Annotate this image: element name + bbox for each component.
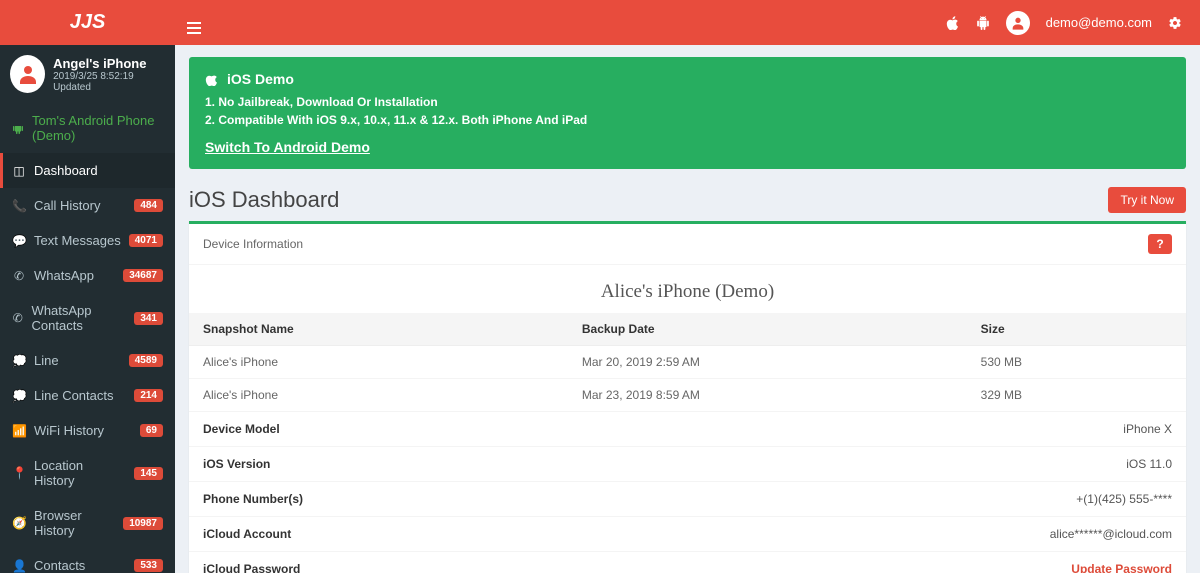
sidebar-item-location-history[interactable]: 📍 Location History 145 xyxy=(0,448,175,498)
table-cell: Mar 23, 2019 8:59 AM xyxy=(568,379,967,412)
banner-line1: 1. No Jailbreak, Download Or Installatio… xyxy=(205,93,1170,111)
device-info-panel: Device Information ? Alice's iPhone (Dem… xyxy=(189,221,1186,573)
sidebar-item-text-messages[interactable]: 💬 Text Messages 4071 xyxy=(0,223,175,258)
sidebar-item-whatsapp[interactable]: ✆ WhatsApp 34687 xyxy=(0,258,175,293)
table-cell: 530 MB xyxy=(967,346,1186,379)
nav-icon: 💬 xyxy=(12,234,26,248)
sidebar-user-block[interactable]: Angel's iPhone 2019/3/25 8:52:19 Updated xyxy=(0,45,175,103)
menu-toggle-icon[interactable] xyxy=(187,22,201,34)
snapshot-table: Snapshot NameBackup DateSize Alice's iPh… xyxy=(189,313,1186,412)
nav-icon: ✆ xyxy=(12,311,24,325)
nav-badge: 214 xyxy=(134,389,163,402)
nav-badge: 10987 xyxy=(123,517,163,530)
nav-label: Line xyxy=(34,353,59,368)
switch-demo-link[interactable]: Switch To Android Demo xyxy=(205,139,370,155)
settings-icon[interactable] xyxy=(1168,16,1182,30)
detail-key: iCloud Password xyxy=(203,562,300,573)
nav-label: Dashboard xyxy=(34,163,98,178)
demo-banner: iOS Demo 1. No Jailbreak, Download Or In… xyxy=(189,57,1186,169)
user-avatar-icon[interactable] xyxy=(1006,11,1030,35)
nav-badge: 4071 xyxy=(129,234,163,247)
detail-key: Device Model xyxy=(203,422,280,436)
android-demo-label: Tom's Android Phone (Demo) xyxy=(32,113,163,143)
nav-label: Browser History xyxy=(34,508,115,538)
banner-title: iOS Demo xyxy=(227,71,294,87)
android-icon[interactable] xyxy=(976,16,990,30)
nav-label: Call History xyxy=(34,198,100,213)
detail-row: iCloud Password Update Password xyxy=(189,552,1186,573)
nav-badge: 533 xyxy=(134,559,163,572)
android-icon xyxy=(12,122,24,134)
brand-logo[interactable]: JJS xyxy=(0,0,175,45)
detail-value: iPhone X xyxy=(1123,422,1172,436)
sidebar-item-call-history[interactable]: 📞 Call History 484 xyxy=(0,188,175,223)
nav-label: WhatsApp xyxy=(34,268,94,283)
update-password-link[interactable]: Update Password xyxy=(1071,562,1172,573)
detail-row: iOS Version iOS 11.0 xyxy=(189,447,1186,482)
col-header: Size xyxy=(967,313,1186,346)
table-cell: Alice's iPhone xyxy=(189,346,568,379)
col-header: Snapshot Name xyxy=(189,313,568,346)
panel-title: Device Information xyxy=(203,237,303,251)
main-content: iOS Demo 1. No Jailbreak, Download Or In… xyxy=(175,45,1200,573)
device-name: Angel's iPhone xyxy=(53,56,165,71)
top-header: JJS demo@demo.com xyxy=(0,0,1200,45)
detail-key: iCloud Account xyxy=(203,527,291,541)
table-row[interactable]: Alice's iPhoneMar 23, 2019 8:59 AM329 MB xyxy=(189,379,1186,412)
nav-icon: 💭 xyxy=(12,354,26,368)
table-cell: 329 MB xyxy=(967,379,1186,412)
nav-badge: 145 xyxy=(134,467,163,480)
page-title: iOS Dashboard xyxy=(189,187,339,213)
nav-badge: 484 xyxy=(134,199,163,212)
nav-label: WhatsApp Contacts xyxy=(32,303,127,333)
detail-row: Device Model iPhone X xyxy=(189,412,1186,447)
nav-icon: 📞 xyxy=(12,199,26,213)
nav-icon: 📶 xyxy=(12,424,26,438)
device-title: Alice's iPhone (Demo) xyxy=(189,265,1186,313)
detail-key: iOS Version xyxy=(203,457,270,471)
nav-badge: 69 xyxy=(140,424,163,437)
nav-icon: 💭 xyxy=(12,389,26,403)
table-row[interactable]: Alice's iPhoneMar 20, 2019 2:59 AM530 MB xyxy=(189,346,1186,379)
detail-key: Phone Number(s) xyxy=(203,492,303,506)
sidebar-item-browser-history[interactable]: 🧭 Browser History 10987 xyxy=(0,498,175,548)
nav-icon: ◫ xyxy=(12,164,26,178)
sidebar-item-line-contacts[interactable]: 💭 Line Contacts 214 xyxy=(0,378,175,413)
sidebar-item-contacts[interactable]: 👤 Contacts 533 xyxy=(0,548,175,573)
sidebar-item-whatsapp-contacts[interactable]: ✆ WhatsApp Contacts 341 xyxy=(0,293,175,343)
nav-label: Location History xyxy=(34,458,126,488)
table-cell: Mar 20, 2019 2:59 AM xyxy=(568,346,967,379)
sidebar-item-line[interactable]: 💭 Line 4589 xyxy=(0,343,175,378)
device-updated: 2019/3/25 8:52:19 Updated xyxy=(53,71,165,93)
apple-icon xyxy=(205,72,219,86)
nav-label: Contacts xyxy=(34,558,85,573)
nav-icon: 📍 xyxy=(12,466,26,480)
detail-row: iCloud Account alice******@icloud.com xyxy=(189,517,1186,552)
try-it-now-button[interactable]: Try it Now xyxy=(1108,187,1186,213)
nav-icon: 👤 xyxy=(12,559,26,573)
sidebar: Angel's iPhone 2019/3/25 8:52:19 Updated… xyxy=(0,45,175,573)
nav-badge: 341 xyxy=(134,312,163,325)
nav-icon: ✆ xyxy=(12,269,26,283)
detail-row: Phone Number(s) +(1)(425) 555-**** xyxy=(189,482,1186,517)
detail-value: +(1)(425) 555-**** xyxy=(1076,492,1172,506)
detail-value: alice******@icloud.com xyxy=(1050,527,1172,541)
banner-line2: 2. Compatible With iOS 9.x, 10.x, 11.x &… xyxy=(205,111,1170,129)
user-email[interactable]: demo@demo.com xyxy=(1046,15,1152,30)
nav-badge: 34687 xyxy=(123,269,163,282)
table-cell: Alice's iPhone xyxy=(189,379,568,412)
nav-label: Text Messages xyxy=(34,233,121,248)
detail-value: iOS 11.0 xyxy=(1126,457,1172,471)
apple-icon[interactable] xyxy=(946,16,960,30)
sidebar-item-wifi-history[interactable]: 📶 WiFi History 69 xyxy=(0,413,175,448)
sidebar-android-demo[interactable]: Tom's Android Phone (Demo) xyxy=(0,103,175,153)
nav-badge: 4589 xyxy=(129,354,163,367)
nav-label: WiFi History xyxy=(34,423,104,438)
help-button[interactable]: ? xyxy=(1148,234,1172,254)
device-avatar-icon xyxy=(10,55,45,93)
nav-icon: 🧭 xyxy=(12,516,26,530)
col-header: Backup Date xyxy=(568,313,967,346)
nav-label: Line Contacts xyxy=(34,388,114,403)
sidebar-item-dashboard[interactable]: ◫ Dashboard xyxy=(0,153,175,188)
